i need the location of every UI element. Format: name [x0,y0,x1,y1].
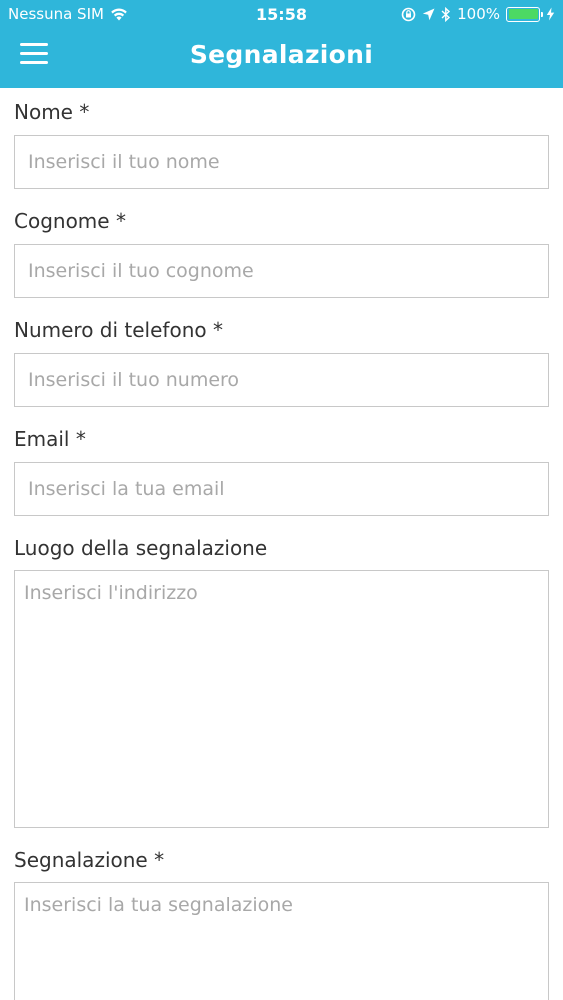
nome-input[interactable] [14,135,549,189]
status-bar: Nessuna SIM 15:58 100% [0,0,563,28]
report-textarea[interactable] [14,882,549,1000]
nome-label: Nome * [14,100,90,124]
phone-input[interactable] [14,353,549,407]
battery-icon [506,6,543,22]
telefono-label: Numero di telefono * [14,318,223,342]
address-textarea[interactable] [14,570,549,828]
navigation-bar: Segnalazioni [0,28,563,88]
luogo-label: Luogo della segnalazione [14,536,268,560]
segnalazione-label: Segnalazione * [14,848,165,872]
cognome-input[interactable] [14,244,549,298]
page-title: Segnalazioni [189,40,374,69]
status-right: 100% [401,5,555,23]
location-arrow-icon [422,8,435,20]
battery-level [508,9,538,19]
app-screen: Nessuna SIM 15:58 100% Segnalazioni Nome… [0,0,563,1000]
email-input[interactable] [14,462,549,516]
bluetooth-icon [441,6,451,22]
email-label: Email * [14,427,86,451]
charging-bolt-icon [546,7,555,21]
battery-percentage: 100% [457,5,500,23]
app-header: Nessuna SIM 15:58 100% Segnalazioni [0,0,563,88]
rotation-lock-icon [401,7,416,21]
cognome-label: Cognome * [14,209,126,233]
